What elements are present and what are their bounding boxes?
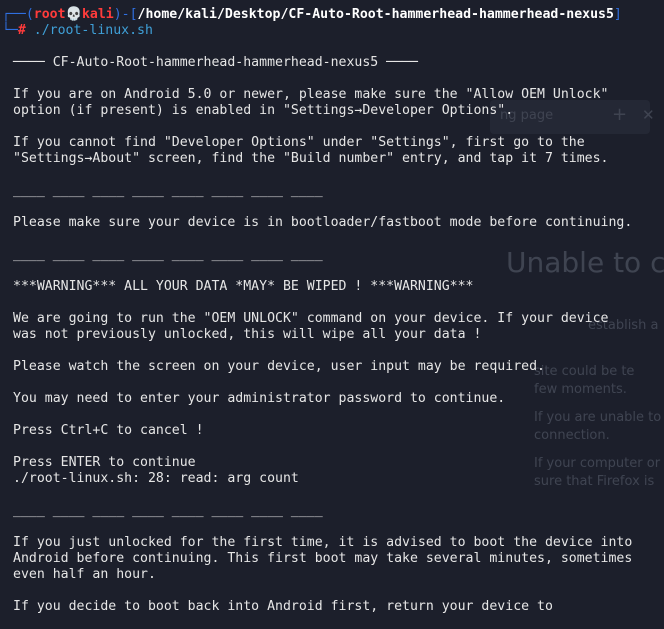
output-line: You may need to enter your administrator… bbox=[13, 391, 506, 406]
output-line: Press Ctrl+C to cancel ! bbox=[13, 423, 204, 438]
command-text: ./root-linux.sh bbox=[33, 23, 153, 38]
output-line: We are going to run the "OEM UNLOCK" com… bbox=[13, 311, 609, 326]
prompt-corner: └─ bbox=[2, 23, 18, 38]
terminal-window[interactable]: ng page + ✕ Unable to co establish a sit… bbox=[0, 0, 664, 629]
output-line: ____ ____ ____ ____ ____ ____ ____ ____ bbox=[13, 183, 323, 198]
output-line: ***WARNING*** ALL YOUR DATA *MAY* BE WIP… bbox=[13, 279, 474, 294]
background-text: sure that Firefox is bbox=[534, 474, 655, 489]
output-line: If you are on Android 5.0 or newer, plea… bbox=[13, 87, 609, 102]
output-line: If you just unlocked for the first time,… bbox=[13, 535, 633, 550]
background-error-heading: Unable to co bbox=[506, 246, 664, 279]
skull-icon: 💀 bbox=[65, 7, 82, 22]
background-text: If your computer or bbox=[534, 456, 661, 471]
prompt-path: /home/kali/Desktop/CF-Auto-Root-hammerhe… bbox=[137, 7, 614, 22]
output-line: If you decide to boot back into Android … bbox=[13, 599, 553, 614]
new-tab-icon: + bbox=[612, 104, 628, 125]
prompt-host: kali bbox=[81, 7, 114, 22]
close-tab-icon: ✕ bbox=[642, 106, 655, 124]
output-line: option (if present) is enabled in "Setti… bbox=[13, 103, 514, 118]
output-header: ──── CF-Auto-Root-hammerhead-hammerhead-… bbox=[13, 55, 418, 70]
output-line: ____ ____ ____ ____ ____ ____ ____ ____ bbox=[13, 503, 323, 518]
output-line: Android before continuing. This first bo… bbox=[13, 551, 633, 566]
prompt-close-bracket: ] bbox=[613, 7, 622, 22]
prompt-separator: )-[ bbox=[113, 7, 138, 22]
output-line: even half an hour. bbox=[13, 567, 156, 582]
output-line: Please watch the screen on your device, … bbox=[13, 359, 545, 374]
output-line: ./root-linux.sh: 28: read: arg count bbox=[13, 471, 299, 486]
command-line[interactable]: └─# ./root-linux.sh bbox=[2, 23, 153, 39]
prompt-hash: # bbox=[17, 23, 26, 38]
background-text: few moments. bbox=[534, 382, 627, 397]
output-line: ____ ____ ____ ____ ____ ____ ____ ____ bbox=[13, 247, 323, 262]
background-text: If you are unable to bbox=[534, 410, 662, 425]
output-line: If you cannot find "Developer Options" u… bbox=[13, 135, 585, 150]
prompt-user: root bbox=[33, 7, 66, 22]
output-line: Press ENTER to continue bbox=[13, 455, 196, 470]
prompt-open-bracket: ┌──( bbox=[2, 7, 34, 22]
background-text: connection. bbox=[534, 428, 610, 443]
prompt-line: ┌──(root💀kali)-[/home/kali/Desktop/CF-Au… bbox=[2, 7, 622, 23]
output-line: Please make sure your device is in bootl… bbox=[13, 215, 633, 230]
output-line: "Settings→About" screen, find the "Build… bbox=[13, 151, 609, 166]
output-line: was not previously unlocked, this will w… bbox=[13, 327, 482, 342]
background-text: site could be te bbox=[534, 364, 635, 379]
